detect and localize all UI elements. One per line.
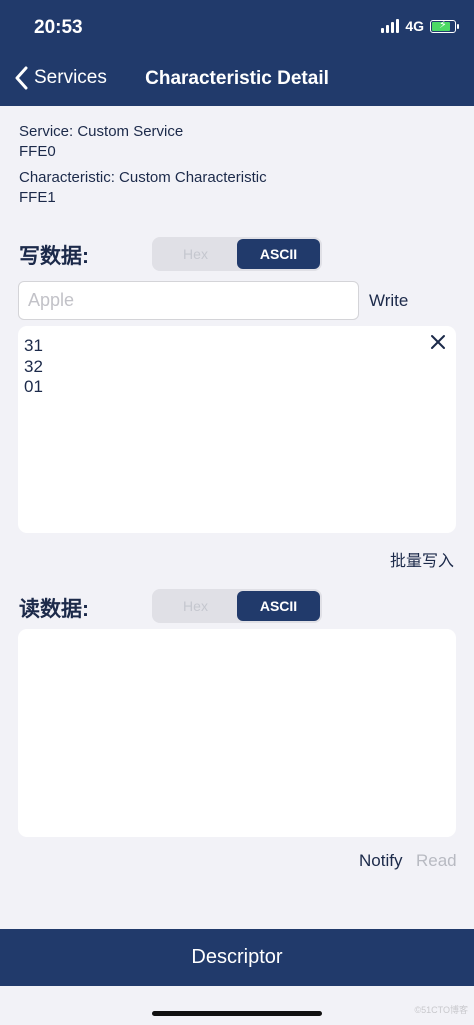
home-area [0, 986, 474, 1025]
descriptor-button[interactable]: Descriptor [0, 929, 474, 986]
write-log-line: 32 [24, 356, 43, 376]
characteristic-uuid: FFE1 [19, 189, 56, 206]
write-log-lines: 31 32 01 [24, 336, 43, 398]
home-indicator[interactable] [152, 1011, 322, 1016]
close-icon [431, 335, 445, 349]
read-data-label: 读数据: [19, 598, 89, 621]
signal-icon [381, 19, 400, 33]
write-format-segmented-control: Hex ASCII [152, 237, 322, 271]
read-format-hex[interactable]: Hex [154, 591, 237, 621]
write-format-ascii[interactable]: ASCII [237, 239, 320, 269]
write-data-label: 写数据: [19, 245, 89, 268]
descriptor-button-label: Descriptor [191, 946, 283, 968]
status-time: 20:53 [34, 17, 83, 38]
write-button[interactable]: Write [369, 291, 408, 311]
characteristic-info: Service: Custom Service FFE0 Characteris… [19, 122, 267, 208]
service-uuid: FFE0 [19, 143, 56, 160]
write-format-hex[interactable]: Hex [154, 239, 237, 269]
navigation-header: 20:53 4G ⚡ Services Characteristic Detai… [0, 0, 474, 106]
page-title: Characteristic Detail [0, 68, 474, 90]
charging-bolt-icon: ⚡ [439, 18, 447, 31]
batch-write-button[interactable]: 批量写入 [390, 547, 454, 571]
battery-icon: ⚡ [430, 18, 459, 33]
service-name: Service: Custom Service [19, 123, 184, 140]
network-type: 4G [405, 18, 424, 34]
characteristic-name: Characteristic: Custom Characteristic [19, 169, 267, 186]
read-log-textbox[interactable] [18, 629, 456, 837]
read-format-segmented-control: Hex ASCII [152, 589, 322, 623]
read-format-ascii[interactable]: ASCII [237, 591, 320, 621]
watermark: ©51CTO博客 [414, 1005, 468, 1015]
page-title-text: Characteristic Detail [145, 68, 329, 89]
clear-write-log-button[interactable] [430, 334, 446, 355]
write-log-line: 31 [24, 336, 43, 355]
write-log-line: 01 [24, 377, 43, 396]
status-indicators: 4G ⚡ [381, 18, 459, 34]
read-button[interactable]: Read [416, 851, 457, 871]
write-log-textbox[interactable]: 31 32 01 [18, 326, 456, 533]
notify-button[interactable]: Notify [359, 851, 402, 871]
write-input[interactable] [18, 281, 359, 320]
